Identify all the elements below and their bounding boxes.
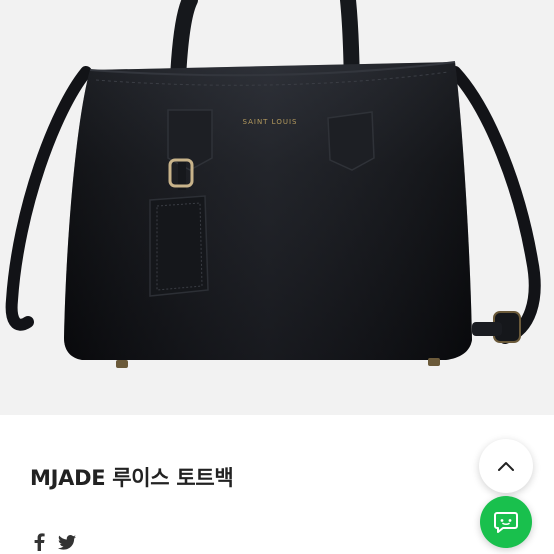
scroll-to-top-button[interactable] (479, 439, 533, 493)
product-image[interactable]: SAINT LOUIS (0, 0, 554, 415)
tote-bag-illustration: SAINT LOUIS (5, 0, 541, 368)
facebook-icon (34, 533, 45, 551)
chat-button[interactable] (480, 496, 532, 548)
facebook-share-button[interactable] (30, 532, 48, 552)
share-buttons (30, 532, 76, 552)
chevron-up-icon (498, 462, 514, 471)
twitter-share-button[interactable] (58, 532, 76, 552)
brand-stamp: SAINT LOUIS (243, 118, 298, 126)
chat-icon (494, 512, 518, 533)
product-title: MJADE 루이스 토트백 (30, 466, 234, 490)
twitter-icon (58, 534, 76, 550)
